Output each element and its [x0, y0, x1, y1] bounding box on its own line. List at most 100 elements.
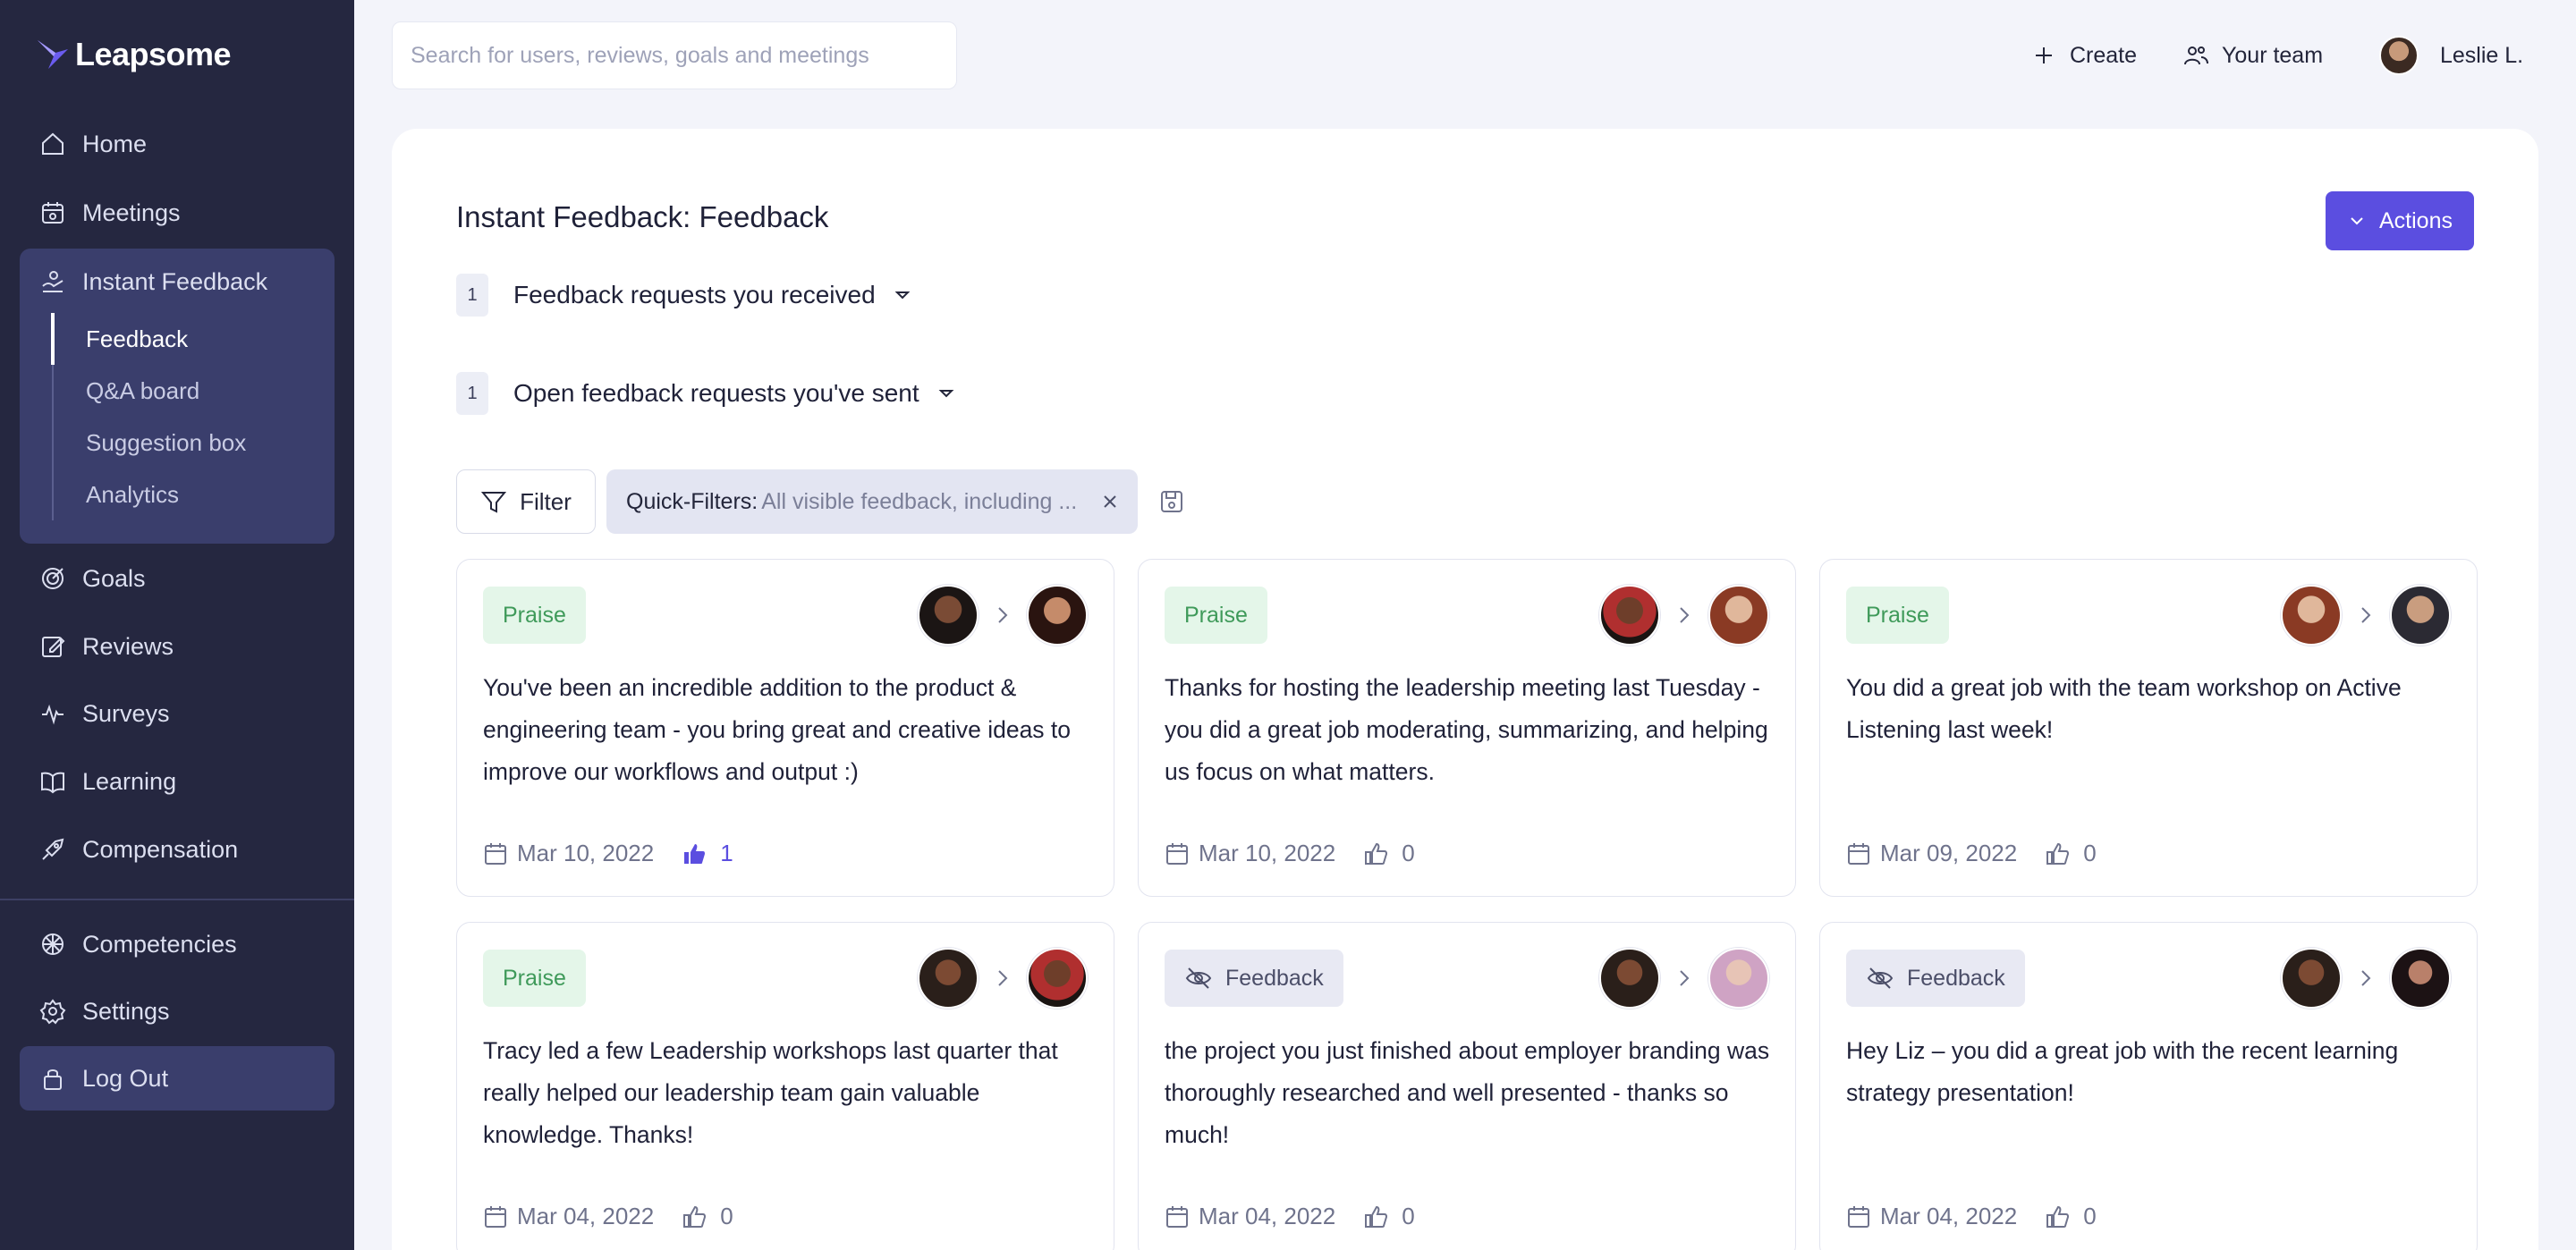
- search-input[interactable]: [411, 42, 956, 69]
- sender-avatar[interactable]: [2281, 585, 2342, 646]
- sidebar-divider: [0, 899, 354, 900]
- sidebar-item-label: Reviews: [82, 632, 174, 660]
- thumbs-up-icon[interactable]: [1362, 1204, 1389, 1230]
- feedback-card[interactable]: Praise You've been an incredible additio…: [456, 559, 1114, 897]
- praise-badge: Praise: [1846, 587, 1949, 644]
- caret-down-icon: [938, 390, 954, 398]
- sent-requests-count: 1: [456, 372, 488, 415]
- sidebar-item-label: Learning: [82, 767, 177, 795]
- chevron-right-icon: [1680, 970, 1690, 986]
- sender-avatar[interactable]: [918, 585, 979, 646]
- subnav-item-suggestion-box[interactable]: Suggestion box: [54, 417, 320, 469]
- recipient-avatar[interactable]: [1027, 585, 1088, 646]
- sidebar-item-competencies[interactable]: Competencies: [20, 916, 335, 972]
- sidebar-item-settings[interactable]: Settings: [20, 984, 335, 1039]
- feedback-text: Hey Liz – you did a great job with the r…: [1846, 1037, 2399, 1106]
- sidebar-item-meetings[interactable]: Meetings: [20, 185, 335, 241]
- received-requests-toggle[interactable]: 1 Feedback requests you received: [456, 274, 911, 317]
- recipient-avatar[interactable]: [1708, 948, 1769, 1009]
- leapsome-logo[interactable]: Leapsome: [36, 36, 232, 73]
- team-icon: [2184, 46, 2208, 65]
- recipient-avatar[interactable]: [1027, 948, 1088, 1009]
- actions-button[interactable]: Actions: [2326, 191, 2474, 250]
- calendar-icon: [1848, 842, 1869, 865]
- sidebar-item-instant-feedback[interactable]: Instant Feedback: [20, 254, 335, 309]
- sidebar-item-reviews[interactable]: Reviews: [20, 619, 335, 674]
- recipient-avatar[interactable]: [2390, 585, 2451, 646]
- save-filter-icon[interactable]: [1157, 487, 1186, 516]
- calendar-icon: [485, 842, 506, 865]
- user-menu[interactable]: Leslie L.: [2379, 32, 2523, 79]
- your-team-label: Your team: [2222, 42, 2324, 68]
- chevron-right-icon: [2361, 607, 2371, 623]
- surveys-icon: [42, 704, 64, 725]
- recipient-avatar[interactable]: [2390, 948, 2451, 1009]
- thumbs-up-icon[interactable]: [2044, 1204, 2071, 1230]
- feedback-card[interactable]: Feedback the project you just finished a…: [1138, 922, 1796, 1250]
- sender-avatar[interactable]: [2281, 948, 2342, 1009]
- your-team-button[interactable]: Your team: [2182, 32, 2323, 79]
- card-footer: Mar 04, 2022 0: [1846, 1203, 2097, 1230]
- calendar-icon: [1166, 1205, 1188, 1228]
- brand-name: Leapsome: [75, 36, 232, 72]
- feedback-card[interactable]: Praise You did a great job with the team…: [1819, 559, 2478, 897]
- subnav-item-analytics[interactable]: Analytics: [54, 469, 320, 520]
- sender-avatar[interactable]: [1599, 948, 1660, 1009]
- search-bar[interactable]: [392, 21, 957, 89]
- logout-label: Log Out: [82, 1064, 169, 1092]
- sidebar-item-label: Instant Feedback: [82, 267, 268, 295]
- feedback-card[interactable]: Feedback Hey Liz – you did a great job w…: [1819, 922, 2478, 1250]
- calendar-icon: [485, 1205, 506, 1228]
- recipient-avatar[interactable]: [1708, 585, 1769, 646]
- feedback-text: You've been an incredible addition to th…: [483, 674, 1072, 785]
- sidebar-item-label: Goals: [82, 564, 146, 592]
- quick-filter-label: Quick-Filters:: [626, 488, 758, 514]
- filter-button[interactable]: Filter: [456, 469, 596, 534]
- instant-feedback-icon: [42, 271, 64, 292]
- feedback-text: the project you just finished about empl…: [1165, 1037, 1770, 1148]
- thumbs-up-icon[interactable]: [681, 1204, 708, 1230]
- sender-recipient: [1599, 585, 1769, 646]
- thumbs-up-icon[interactable]: [2044, 840, 2071, 867]
- calendar-icon: [1166, 842, 1188, 865]
- sidebar-item-home[interactable]: Home: [20, 116, 335, 172]
- sender-avatar[interactable]: [1599, 585, 1660, 646]
- subnav-item-feedback[interactable]: Feedback: [51, 313, 320, 365]
- sender-recipient: [2281, 948, 2451, 1009]
- create-label: Create: [2070, 42, 2138, 68]
- quick-filter-value: All visible feedback, including ...: [761, 488, 1078, 514]
- thumbs-up-icon[interactable]: [681, 840, 708, 867]
- chevron-right-icon: [998, 607, 1008, 623]
- meetings-icon: [42, 202, 64, 224]
- logout-button[interactable]: Log Out: [20, 1046, 335, 1111]
- badge-label: Feedback: [1225, 965, 1324, 991]
- sidebar-item-learning[interactable]: Learning: [20, 754, 335, 809]
- feedback-date: Mar 04, 2022: [1880, 1203, 2018, 1229]
- sent-requests-label: Open feedback requests you've sent: [513, 379, 919, 407]
- plus-icon: [2036, 47, 2052, 63]
- like-count: 0: [1402, 1203, 1415, 1229]
- sidebar-item-label: Competencies: [82, 930, 237, 958]
- sidebar-item-surveys[interactable]: Surveys: [20, 686, 335, 741]
- card-footer: Mar 04, 2022 0: [1165, 1203, 1415, 1230]
- feedback-date: Mar 04, 2022: [517, 1203, 655, 1229]
- quick-filter-chip[interactable]: Quick-Filters: All visible feedback, inc…: [606, 469, 1138, 534]
- competencies-icon: [42, 933, 64, 955]
- close-icon[interactable]: [1100, 492, 1120, 511]
- sidebar-item-compensation[interactable]: Compensation: [20, 822, 335, 877]
- subnav-item-qa-board[interactable]: Q&A board: [54, 365, 320, 417]
- badge-label: Praise: [1184, 602, 1248, 628]
- like-count: 0: [720, 1203, 733, 1229]
- create-button[interactable]: Create: [2030, 32, 2137, 79]
- sent-requests-toggle[interactable]: 1 Open feedback requests you've sent: [456, 372, 955, 415]
- feedback-card[interactable]: Praise Thanks for hosting the leadership…: [1138, 559, 1796, 897]
- sidebar-item-goals[interactable]: Goals: [20, 551, 335, 606]
- thumbs-up-icon[interactable]: [1362, 840, 1389, 867]
- like-count: 0: [1402, 840, 1415, 866]
- sender-avatar[interactable]: [918, 948, 979, 1009]
- feedback-card[interactable]: Praise Tracy led a few Leadership worksh…: [456, 922, 1114, 1250]
- card-footer: Mar 10, 2022 0: [1165, 840, 1415, 867]
- badge-label: Feedback: [1907, 965, 2005, 991]
- caret-down-icon: [894, 291, 911, 300]
- main-panel: Instant Feedback: Feedback Actions 1 Fee…: [392, 129, 2538, 1250]
